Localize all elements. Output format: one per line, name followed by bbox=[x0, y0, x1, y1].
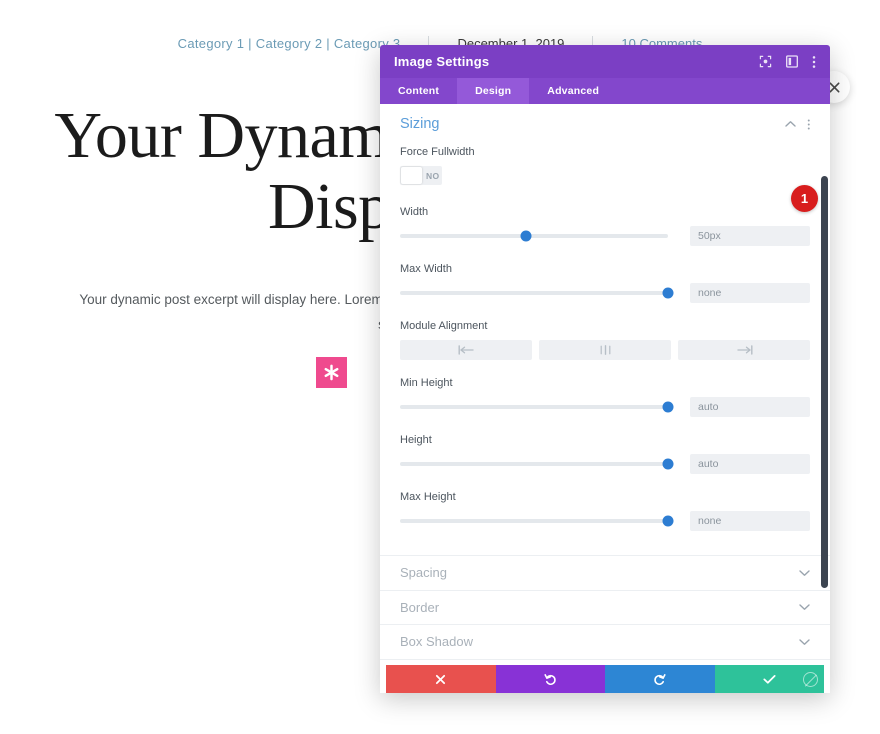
field-label-min-height: Min Height bbox=[400, 377, 453, 389]
annotation-badge-1: 1 bbox=[791, 185, 818, 212]
panel-layout-icon[interactable] bbox=[786, 55, 798, 68]
width-input[interactable] bbox=[690, 226, 810, 246]
width-slider[interactable] bbox=[400, 229, 668, 243]
slider-track bbox=[400, 291, 668, 295]
tab-design[interactable]: Design bbox=[457, 78, 530, 104]
undo-button[interactable] bbox=[495, 665, 605, 693]
field-max-width: Max Width bbox=[400, 263, 810, 303]
undo-icon bbox=[544, 673, 557, 686]
modal-body: Sizing Force Fullwidth NO Width 50px Max… bbox=[380, 104, 830, 665]
height-input[interactable] bbox=[690, 454, 810, 474]
section-sizing-header-icons bbox=[784, 118, 811, 131]
redo-button[interactable] bbox=[605, 665, 715, 693]
max-width-input[interactable] bbox=[690, 283, 810, 303]
close-icon bbox=[435, 674, 446, 685]
chevron-down-icon[interactable] bbox=[799, 638, 810, 646]
modal-tab-bar: Content Design Advanced bbox=[380, 78, 830, 104]
field-width: Width bbox=[400, 206, 810, 246]
min-height-input[interactable] bbox=[690, 397, 810, 417]
field-force-fullwidth: Force Fullwidth NO bbox=[400, 146, 810, 189]
modal-header: Image Settings bbox=[380, 45, 830, 78]
modal-header-icons bbox=[759, 55, 816, 69]
field-height: Height bbox=[400, 434, 810, 474]
slider-handle[interactable] bbox=[662, 458, 674, 470]
section-box-shadow-title: Box Shadow bbox=[400, 634, 473, 650]
check-icon bbox=[763, 674, 776, 685]
section-border-title: Border bbox=[400, 599, 440, 615]
modal-title: Image Settings bbox=[394, 54, 490, 69]
chevron-down-icon[interactable] bbox=[799, 569, 810, 577]
kebab-menu-icon[interactable] bbox=[807, 118, 811, 131]
min-height-slider-row bbox=[400, 397, 810, 417]
align-right-icon[interactable] bbox=[678, 340, 810, 360]
section-filters[interactable]: Filters bbox=[380, 658, 830, 666]
module-alignment-group bbox=[400, 340, 810, 360]
field-min-height: Min Height bbox=[400, 377, 810, 417]
toggle-value: NO bbox=[426, 170, 440, 181]
field-label-module-alignment: Module Alignment bbox=[400, 320, 488, 332]
height-slider-row bbox=[400, 454, 810, 474]
image-settings-modal: Image Settings Content Design Advanced S… bbox=[380, 45, 830, 693]
section-border[interactable]: Border bbox=[380, 589, 830, 625]
height-slider[interactable] bbox=[400, 457, 674, 471]
settings-scroll-area: Sizing Force Fullwidth NO Width 50px Max… bbox=[380, 104, 830, 665]
chevron-down-icon[interactable] bbox=[799, 603, 810, 611]
redo-icon bbox=[653, 673, 666, 686]
force-fullwidth-toggle[interactable]: NO bbox=[400, 166, 442, 185]
kebab-menu-icon[interactable] bbox=[812, 55, 816, 69]
cancel-button[interactable] bbox=[386, 665, 496, 693]
field-label-force-fullwidth: Force Fullwidth bbox=[400, 146, 475, 158]
field-label-width: Width bbox=[400, 206, 429, 218]
slider-handle[interactable] bbox=[662, 515, 674, 527]
section-spacing[interactable]: Spacing bbox=[380, 555, 830, 590]
section-box-shadow[interactable]: Box Shadow bbox=[380, 624, 830, 659]
align-left-icon[interactable] bbox=[400, 340, 532, 360]
scrollbar-thumb[interactable] bbox=[821, 176, 828, 588]
max-height-slider[interactable] bbox=[400, 514, 674, 528]
settings-scrollbar[interactable] bbox=[821, 104, 828, 665]
field-label-height: Height bbox=[400, 434, 432, 446]
slider-track bbox=[400, 234, 668, 238]
modal-footer bbox=[386, 665, 824, 693]
toggle-knob bbox=[401, 167, 422, 184]
slider-track bbox=[400, 519, 668, 523]
max-height-input[interactable] bbox=[690, 511, 810, 531]
target-icon[interactable] bbox=[759, 55, 772, 68]
min-height-slider[interactable] bbox=[400, 400, 674, 414]
max-width-slider-row bbox=[400, 283, 810, 303]
slider-handle[interactable] bbox=[662, 287, 674, 299]
max-height-slider-row bbox=[400, 511, 810, 531]
section-sizing-header[interactable]: Sizing bbox=[400, 116, 810, 146]
field-label-max-width: Max Width bbox=[400, 263, 452, 275]
field-label-max-height: Max Height bbox=[400, 491, 456, 503]
section-sizing-title: Sizing bbox=[400, 116, 440, 132]
field-module-alignment: Module Alignment bbox=[400, 320, 810, 360]
asterisk-icon[interactable] bbox=[316, 357, 347, 388]
width-slider-row bbox=[400, 226, 810, 246]
slider-handle[interactable] bbox=[520, 230, 532, 242]
tab-content[interactable]: Content bbox=[380, 78, 457, 104]
max-width-slider[interactable] bbox=[400, 286, 674, 300]
field-max-height: Max Height bbox=[400, 491, 810, 531]
tab-advanced[interactable]: Advanced bbox=[529, 78, 617, 104]
disabled-indicator-icon bbox=[803, 672, 818, 687]
section-spacing-title: Spacing bbox=[400, 565, 447, 581]
slider-track bbox=[400, 405, 668, 409]
slider-track bbox=[400, 462, 668, 466]
slider-handle[interactable] bbox=[662, 401, 674, 413]
align-center-icon[interactable] bbox=[539, 340, 671, 360]
section-sizing: Sizing Force Fullwidth NO Width 50px Max… bbox=[380, 104, 830, 555]
chevron-up-icon[interactable] bbox=[784, 120, 796, 128]
